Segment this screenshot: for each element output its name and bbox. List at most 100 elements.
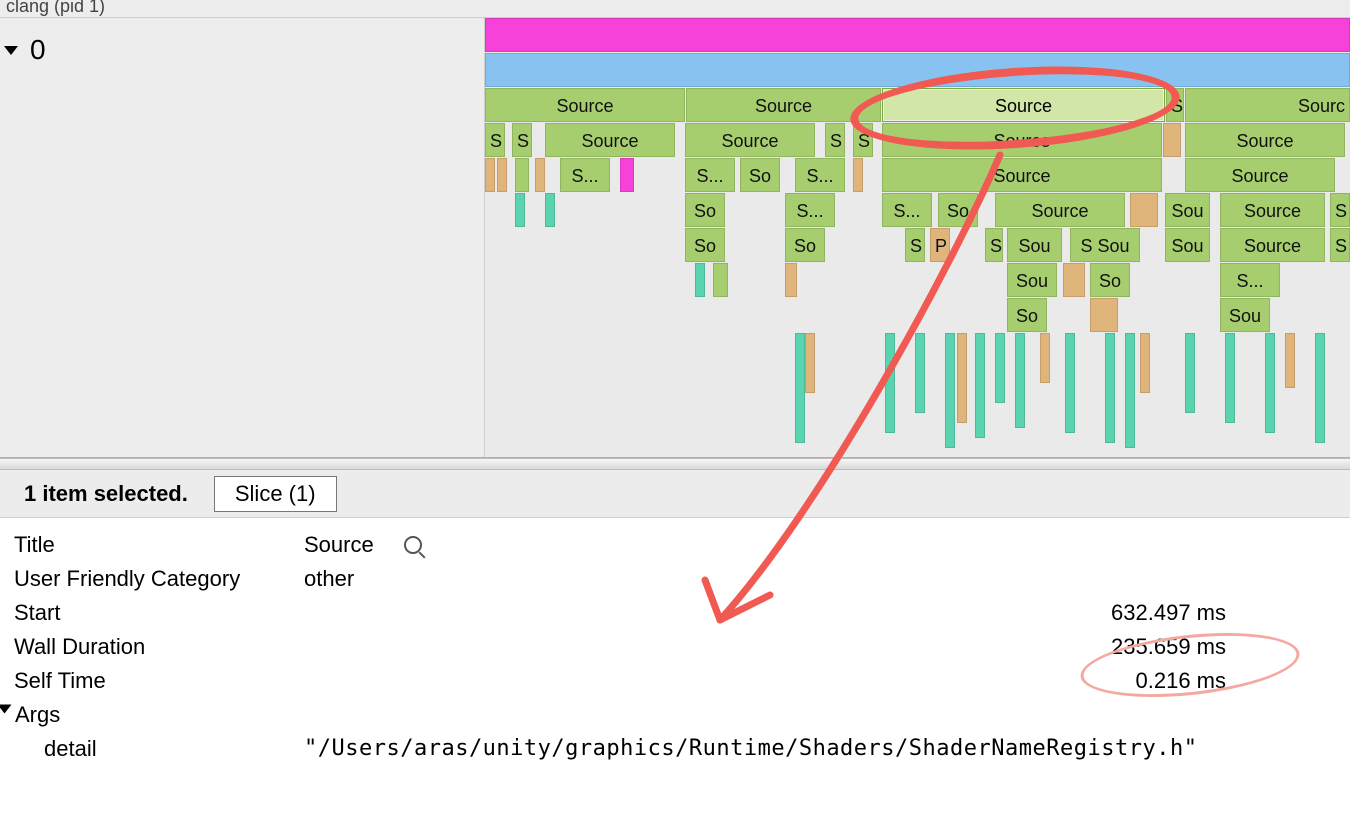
flame-bar[interactable] (1130, 193, 1158, 227)
flame-bar[interactable]: Source (485, 88, 685, 122)
flame-bar[interactable]: Sou (1007, 228, 1062, 262)
flame-bar[interactable]: So (1090, 263, 1130, 297)
detail-val-self: 0.216 ms (304, 668, 1336, 694)
detail-key-title: Title (14, 532, 304, 558)
flame-bar[interactable] (1225, 333, 1235, 423)
detail-key-self: Self Time (14, 668, 304, 694)
flame-bar[interactable] (1125, 333, 1135, 448)
flame-bar[interactable] (1015, 333, 1025, 428)
pane-divider[interactable] (0, 458, 1350, 470)
flame-bar[interactable]: Source (545, 123, 675, 157)
flame-bar-selected[interactable]: Source (882, 88, 1165, 122)
flame-bar[interactable]: S (485, 123, 505, 157)
flame-bar[interactable]: S (512, 123, 532, 157)
flame-bar[interactable] (695, 263, 705, 297)
flame-bar[interactable]: Sou (1165, 228, 1210, 262)
flame-bar[interactable] (485, 18, 1350, 52)
flame-bar[interactable]: So (685, 228, 725, 262)
flame-bar[interactable] (545, 193, 555, 227)
flame-bar[interactable] (915, 333, 925, 413)
flame-bar[interactable]: Sou (1007, 263, 1057, 297)
flame-bar[interactable]: Source (1220, 193, 1325, 227)
flame-bar[interactable]: S Sou (1070, 228, 1140, 262)
selection-summary: 1 item selected. (24, 481, 188, 507)
flame-bar[interactable]: Source (1220, 228, 1325, 262)
flame-bar[interactable]: So (740, 158, 780, 192)
process-header: clang (pid 1) (0, 0, 1350, 18)
detail-key-wall: Wall Duration (14, 634, 304, 660)
flame-bar[interactable] (1285, 333, 1295, 388)
chevron-down-icon (4, 46, 18, 55)
track-sidebar: 0 (0, 18, 485, 457)
flame-bar[interactable]: S... (882, 193, 932, 227)
flame-bar[interactable]: S (853, 123, 873, 157)
flame-bar[interactable]: Sou (1165, 193, 1210, 227)
flame-bar[interactable]: S (1166, 88, 1184, 122)
flame-bar[interactable] (785, 263, 797, 297)
flame-bar[interactable]: Source (882, 158, 1162, 192)
flame-bar[interactable] (1065, 333, 1075, 433)
flame-bar[interactable]: Source (995, 193, 1125, 227)
flame-bar[interactable]: S... (785, 193, 835, 227)
flame-bar[interactable] (1140, 333, 1150, 393)
flame-bar[interactable]: So (938, 193, 978, 227)
flame-bar[interactable] (620, 158, 634, 192)
track-row-toggle[interactable]: 0 (0, 34, 46, 66)
flame-bar[interactable]: Sou (1220, 298, 1270, 332)
flame-bar[interactable] (975, 333, 985, 438)
flame-bar[interactable] (1040, 333, 1050, 383)
detail-val-category: other (304, 566, 1336, 592)
flame-bar[interactable] (805, 333, 815, 393)
flame-bar[interactable] (485, 158, 495, 192)
flame-bar[interactable]: Source (686, 88, 881, 122)
flame-bar[interactable]: S (985, 228, 1003, 262)
flame-bar[interactable] (853, 158, 863, 192)
flame-bar[interactable]: Source (1185, 123, 1345, 157)
flame-bar[interactable]: Sourc (1185, 88, 1350, 122)
flame-bar[interactable]: Source (882, 123, 1162, 157)
flame-bar[interactable] (795, 333, 805, 443)
flame-bar[interactable] (1315, 333, 1325, 443)
flame-graph[interactable]: Source Source Source S Sourc S S Source … (485, 18, 1350, 457)
flame-bar[interactable] (515, 158, 529, 192)
tab-slice[interactable]: Slice (1) (214, 476, 337, 512)
flame-bar[interactable]: S (1330, 228, 1350, 262)
flame-bar[interactable]: S... (560, 158, 610, 192)
details-panel: Title Source User Friendly Category othe… (0, 518, 1350, 766)
detail-val-wall: 235.659 ms (304, 634, 1336, 660)
flame-bar[interactable] (515, 193, 525, 227)
flame-bar[interactable] (497, 158, 507, 192)
search-icon[interactable] (404, 536, 422, 554)
detail-val-title: Source (304, 532, 1336, 558)
flame-bar[interactable] (1063, 263, 1085, 297)
flame-bar[interactable]: S (825, 123, 845, 157)
flame-bar[interactable]: P (930, 228, 950, 262)
flame-bar[interactable] (1163, 123, 1181, 157)
flame-bar[interactable]: So (1007, 298, 1047, 332)
flame-bar[interactable] (485, 53, 1350, 87)
flame-bar[interactable] (1265, 333, 1275, 433)
detail-val-start: 632.497 ms (304, 600, 1336, 626)
detail-args-label: Args (15, 702, 60, 728)
flame-bar[interactable]: So (785, 228, 825, 262)
flame-bar[interactable] (1105, 333, 1115, 443)
flame-bar[interactable] (1185, 333, 1195, 413)
flame-bar[interactable] (995, 333, 1005, 403)
detail-key-category: User Friendly Category (14, 566, 304, 592)
flame-bar[interactable]: S (1330, 193, 1350, 227)
flame-bar[interactable]: Source (685, 123, 815, 157)
flame-bar[interactable] (1090, 298, 1118, 332)
chevron-down-icon[interactable] (0, 705, 12, 714)
flame-bar[interactable]: S... (685, 158, 735, 192)
flame-bar[interactable] (945, 333, 955, 448)
flame-bar[interactable]: So (685, 193, 725, 227)
flame-bar[interactable]: Source (1185, 158, 1335, 192)
flame-bar[interactable] (535, 158, 545, 192)
flame-bar[interactable] (885, 333, 895, 433)
flame-bar[interactable]: S... (1220, 263, 1280, 297)
track-row-label: 0 (30, 34, 46, 66)
flame-bar[interactable] (957, 333, 967, 423)
flame-bar[interactable]: S... (795, 158, 845, 192)
flame-bar[interactable] (713, 263, 728, 297)
flame-bar[interactable]: S (905, 228, 925, 262)
